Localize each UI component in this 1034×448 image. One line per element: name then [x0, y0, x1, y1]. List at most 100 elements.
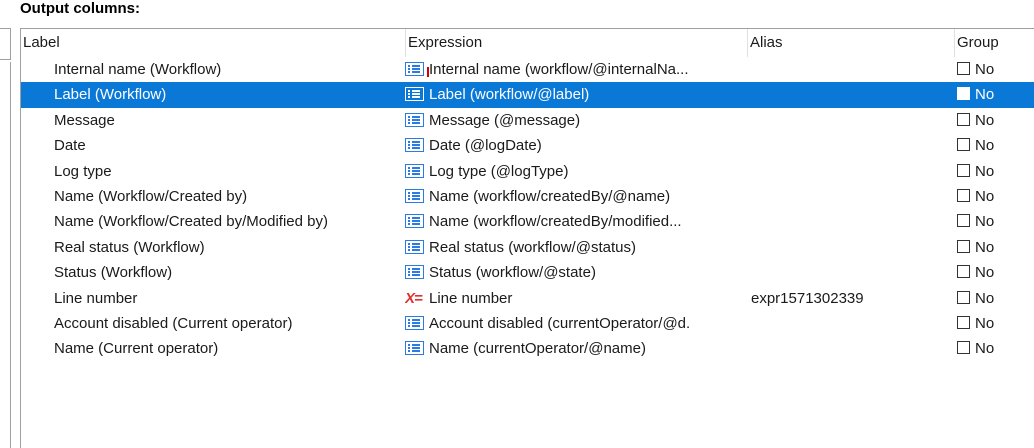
row-alias[interactable] [751, 108, 951, 133]
row-expression-text: Name (workflow/createdBy/modified... [429, 213, 682, 231]
list-icon [405, 112, 424, 127]
table-row[interactable]: Line number X= Line number expr1571302339 No [21, 286, 1034, 311]
row-alias[interactable]: expr1571302339 [751, 286, 951, 311]
group-checkbox[interactable] [957, 290, 970, 304]
column-header-expression[interactable]: Expression [405, 29, 747, 57]
row-group: No [957, 184, 1034, 209]
list-icon [405, 315, 424, 330]
group-checkbox-label: No [975, 111, 995, 129]
table-row[interactable]: Real status (Workflow) Real status (workf… [21, 235, 1034, 260]
left-panel-border [10, 62, 11, 448]
list-icon [405, 239, 424, 254]
row-group: No [957, 286, 1034, 311]
row-alias[interactable] [751, 336, 951, 361]
group-checkbox-label: No [975, 61, 995, 78]
row-alias[interactable] [751, 235, 951, 260]
group-checkbox-label: No [975, 213, 995, 231]
table-row[interactable]: Log type Log type (@logType) No [21, 159, 1034, 184]
row-group: No [957, 159, 1034, 184]
row-expression[interactable]: Real status (workflow/@status) [405, 235, 755, 260]
row-label: Name (Workflow/Created by) [54, 187, 248, 205]
group-checkbox[interactable] [957, 315, 970, 329]
output-columns-grid[interactable]: Label Expression Alias Group Internal na… [20, 28, 1034, 448]
row-alias[interactable] [751, 133, 951, 158]
row-group: No [957, 108, 1034, 133]
row-alias[interactable] [751, 311, 951, 336]
table-row[interactable]: Name (Workflow/Created by/Modified by) Na… [21, 209, 1034, 234]
row-alias[interactable] [751, 184, 951, 209]
group-checkbox-label: No [975, 238, 995, 256]
row-expression-text: Date (@logDate) [429, 137, 542, 155]
table-row[interactable]: Date Date (@logDate) No [21, 133, 1034, 158]
row-label: Label (Workflow) [54, 86, 167, 104]
column-header-group[interactable]: Group [954, 29, 1034, 57]
row-expression[interactable]: Internal name (workflow/@internalNa... [405, 57, 755, 82]
group-checkbox-label: No [975, 162, 995, 180]
row-label: Message [54, 111, 115, 129]
table-row[interactable]: Internal name (Workflow) Internal name (w… [21, 57, 1034, 82]
grid-header: Label Expression Alias Group [21, 29, 1034, 57]
row-expression[interactable]: Status (workflow/@state) [405, 260, 755, 285]
group-checkbox[interactable] [957, 214, 970, 228]
group-checkbox[interactable] [957, 62, 970, 75]
row-expression-text: Account disabled (currentOperator/@d. [429, 314, 691, 332]
group-checkbox-label: No [975, 264, 995, 282]
row-alias[interactable] [751, 57, 951, 82]
column-header-label[interactable]: Label [21, 29, 405, 57]
list-icon [405, 87, 424, 102]
row-group: No [957, 311, 1034, 336]
row-alias[interactable] [751, 260, 951, 285]
row-label: Internal name (Workflow) [54, 61, 222, 78]
group-checkbox[interactable] [957, 188, 970, 202]
list-icon [405, 341, 424, 356]
row-alias[interactable] [751, 82, 951, 107]
group-checkbox[interactable] [957, 341, 970, 355]
row-expression-text: Name (workflow/createdBy/@name) [429, 187, 671, 205]
group-checkbox[interactable] [957, 138, 970, 152]
row-expression[interactable]: Name (workflow/createdBy/@name) [405, 184, 755, 209]
table-row[interactable]: Status (Workflow) Status (workflow/@state… [21, 260, 1034, 285]
row-label: Name (Current operator) [54, 340, 219, 358]
row-alias[interactable] [751, 159, 951, 184]
list-icon [405, 265, 424, 280]
row-label: Name (Workflow/Created by/Modified by) [54, 213, 328, 231]
group-checkbox-label: No [975, 340, 995, 358]
output-columns-panel: Output columns: Label Expression Alias G… [0, 0, 1034, 448]
row-expression[interactable]: X= Line number [405, 286, 755, 311]
table-row[interactable]: Message Message (@message) No [21, 108, 1034, 133]
group-checkbox[interactable] [957, 239, 970, 253]
row-alias[interactable] [751, 209, 951, 234]
row-group: No [957, 260, 1034, 285]
group-checkbox[interactable] [957, 265, 970, 279]
row-expression-text: Log type (@logType) [429, 162, 569, 180]
row-expression[interactable]: Log type (@logType) [405, 159, 755, 184]
table-row[interactable]: Name (Workflow/Created by) Name (workflow… [21, 184, 1034, 209]
row-expression-text: Internal name (workflow/@internalNa... [429, 61, 689, 78]
row-expression[interactable]: Label (workflow/@label) [405, 82, 755, 107]
group-checkbox[interactable] [957, 87, 970, 101]
row-expression[interactable]: Date (@logDate) [405, 133, 755, 158]
grid-rows: Internal name (Workflow) Internal name (w… [21, 57, 1034, 362]
row-expression[interactable]: Name (currentOperator/@name) [405, 336, 755, 361]
left-panel-edge [0, 28, 11, 60]
row-expression[interactable]: Account disabled (currentOperator/@d. [405, 311, 755, 336]
row-expression[interactable]: Name (workflow/createdBy/modified... [405, 209, 755, 234]
group-checkbox[interactable] [957, 163, 970, 177]
row-label: Log type [54, 162, 112, 180]
row-group: No [957, 209, 1034, 234]
row-label: Line number [54, 289, 138, 307]
row-group: No [957, 133, 1034, 158]
row-expression[interactable]: Message (@message) [405, 108, 755, 133]
row-expression-text: Line number [429, 289, 513, 307]
row-group: No [957, 235, 1034, 260]
row-expression-text: Real status (workflow/@status) [429, 238, 636, 256]
table-row[interactable]: Label (Workflow) Label (workflow/@label) N… [21, 82, 1034, 108]
row-group: No [957, 82, 1034, 107]
column-header-alias[interactable]: Alias [747, 29, 954, 57]
table-row[interactable]: Account disabled (Current operator) Accou… [21, 311, 1034, 336]
group-checkbox[interactable] [957, 112, 970, 126]
error-marker [427, 67, 429, 77]
group-checkbox-label: No [975, 314, 995, 332]
row-expression-text: Label (workflow/@label) [429, 86, 590, 104]
table-row[interactable]: Name (Current operator) Name (currentOper… [21, 336, 1034, 361]
